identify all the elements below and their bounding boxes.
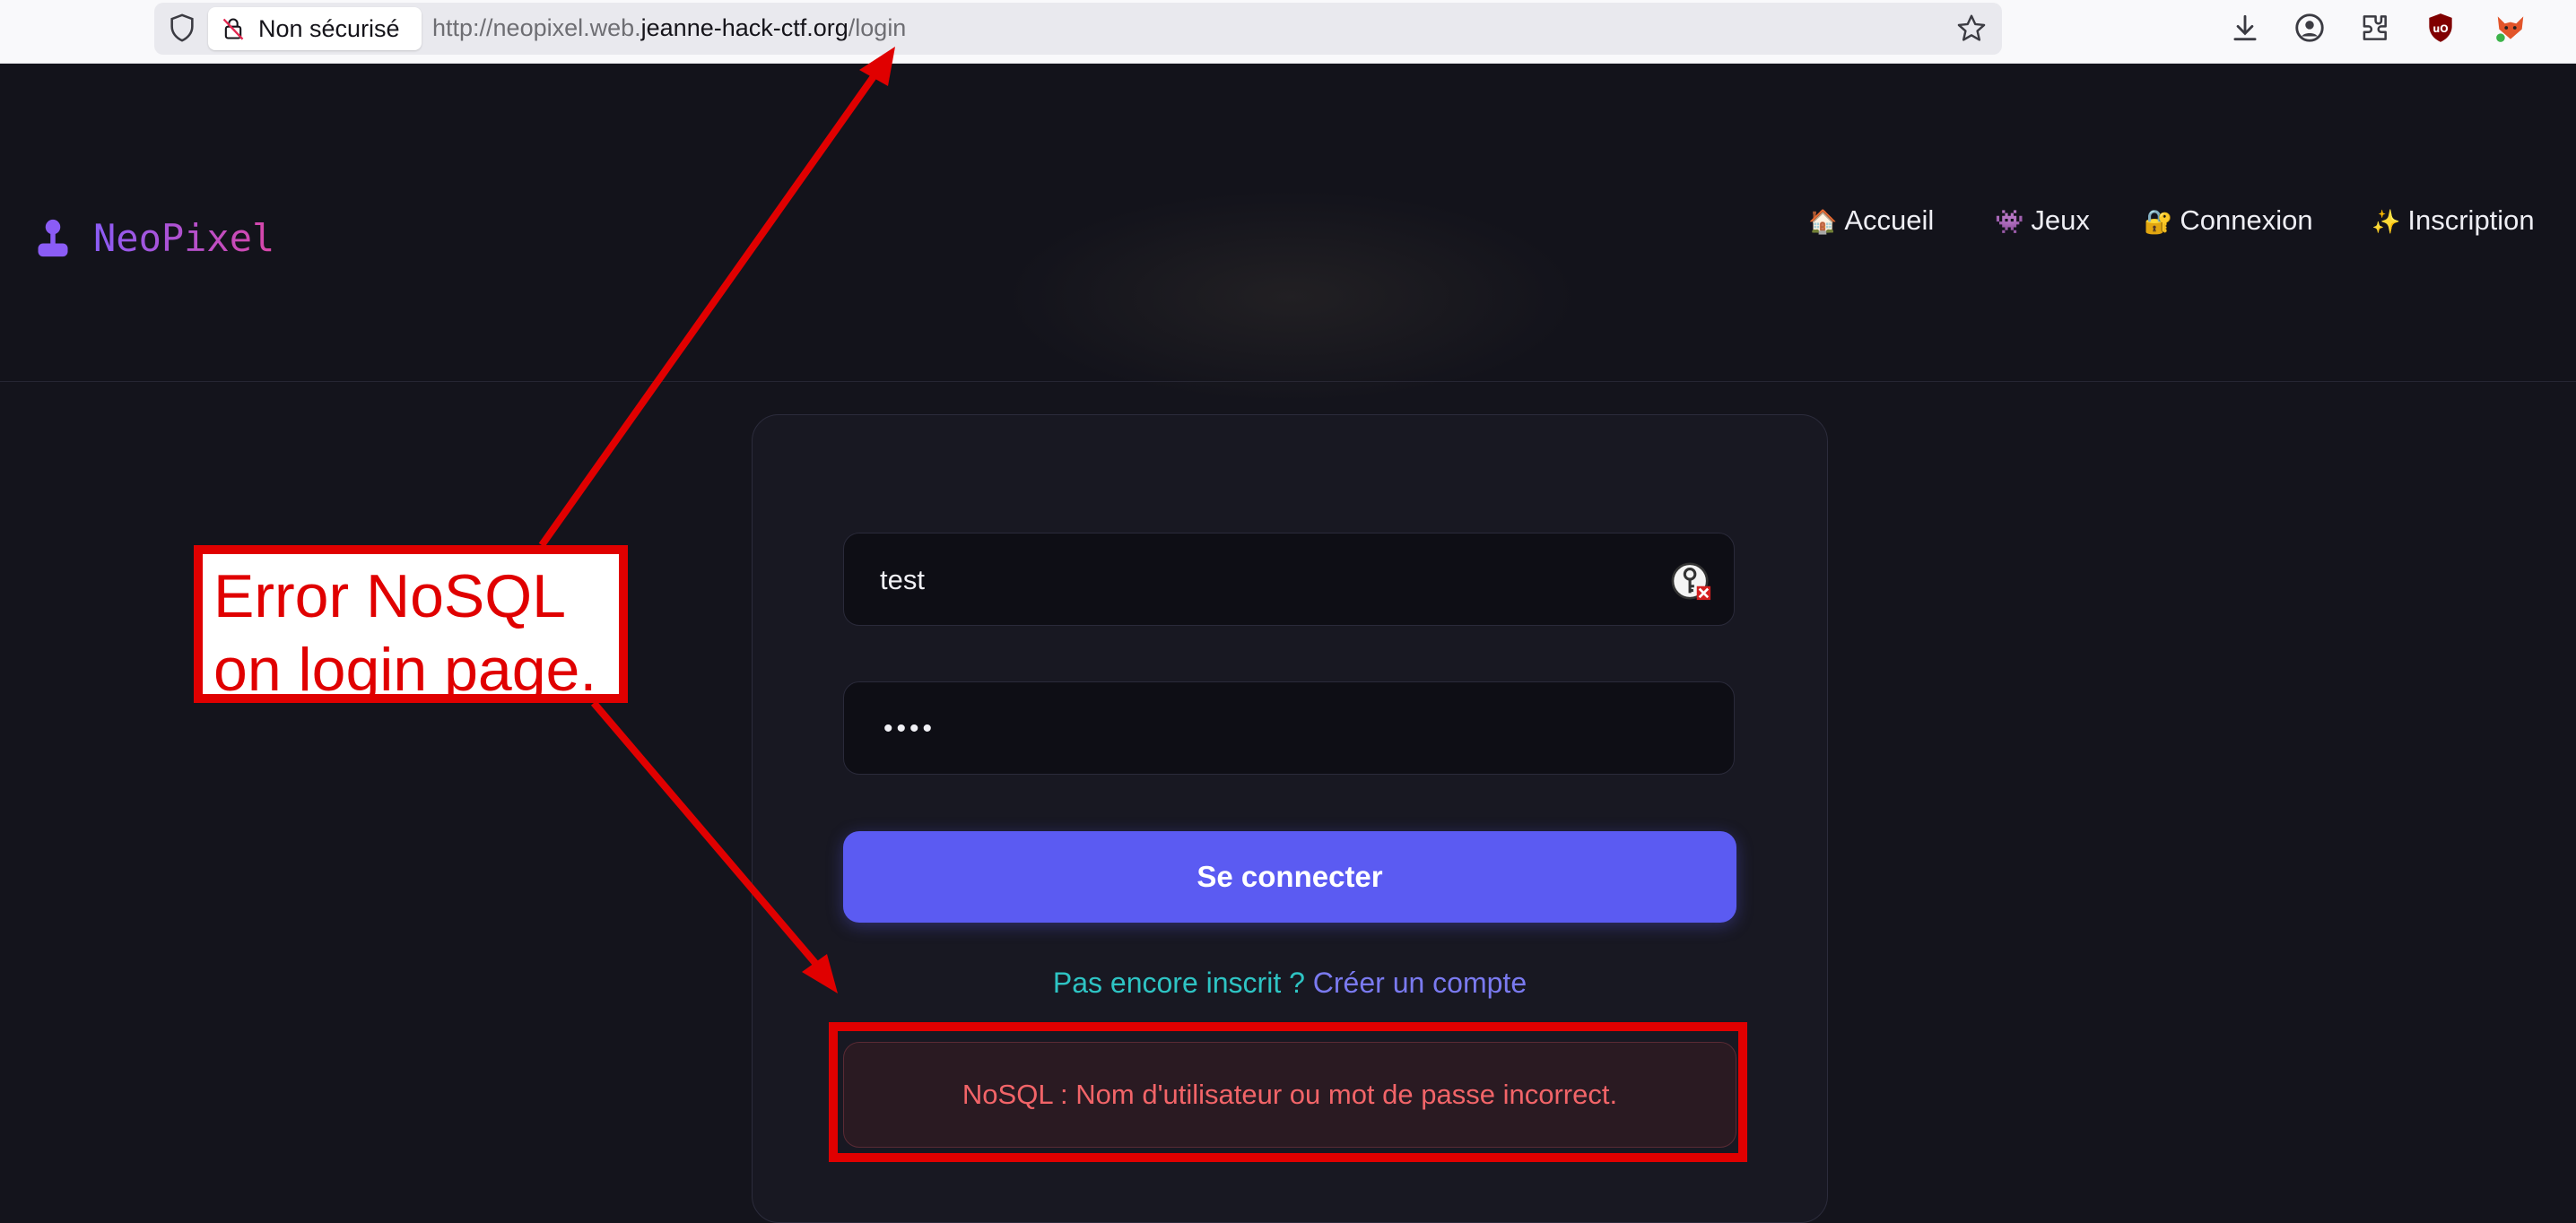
header-glow xyxy=(1005,189,1579,404)
account-icon[interactable] xyxy=(2293,11,2327,45)
login-button[interactable]: Se connecter xyxy=(843,831,1736,923)
nav-label: Accueil xyxy=(1844,204,1935,236)
nav-label: Inscription xyxy=(2407,204,2535,236)
alien-monster-icon: 👾 xyxy=(1995,208,2024,235)
url-path: /login xyxy=(848,14,907,41)
nav-accueil[interactable]: 🏠 Accueil xyxy=(1808,203,1934,239)
ublock-origin-icon[interactable]: uO xyxy=(2424,11,2458,45)
lock-with-key-icon: 🔐 xyxy=(2144,208,2173,235)
tracking-protection-shield-icon[interactable] xyxy=(167,13,197,43)
error-highlight-frame xyxy=(829,1022,1747,1162)
nav-label: Jeux xyxy=(2031,204,2090,236)
signup-question: Pas encore inscrit ? xyxy=(1052,967,1305,999)
password-manager-key-icon[interactable] xyxy=(1671,560,1712,602)
bookmark-star-icon[interactable] xyxy=(1955,13,1988,45)
extensions-icon[interactable] xyxy=(2357,11,2391,45)
annotation-label: Error NoSQL on login page. xyxy=(194,545,628,704)
site-logo[interactable]: NeoPixel xyxy=(93,215,274,262)
svg-text:uO: uO xyxy=(2432,23,2448,35)
username-value: test xyxy=(880,564,925,595)
signup-prompt: Pas encore inscrit ? Créer un compte xyxy=(843,964,1736,1002)
annotation-line-2: on login page. xyxy=(213,636,597,704)
security-label: Non sécurisé xyxy=(258,15,400,42)
browser-toolbar: Non sécurisé http://neopixel.web.jeanne-… xyxy=(0,0,2576,64)
insecure-lock-icon xyxy=(222,18,244,40)
downloads-icon[interactable] xyxy=(2228,11,2262,45)
password-field[interactable]: •••• xyxy=(843,681,1735,775)
address-bar[interactable] xyxy=(154,3,2002,55)
password-value: •••• xyxy=(883,714,936,743)
joystick-icon xyxy=(38,219,68,257)
url-prefix: http://neopixel.web. xyxy=(432,14,641,41)
nav-inscription[interactable]: ✨ Inscription xyxy=(2371,203,2535,239)
url-text[interactable]: http://neopixel.web.jeanne-hack-ctf.org/… xyxy=(432,0,906,56)
nav-label: Connexion xyxy=(2180,204,2313,236)
house-icon: 🏠 xyxy=(1808,208,1838,235)
create-account-link[interactable]: Créer un compte xyxy=(1313,967,1527,999)
url-host: jeanne-hack-ctf.org xyxy=(640,14,849,41)
nav-jeux[interactable]: 👾 Jeux xyxy=(1995,203,2090,239)
nav-connexion[interactable]: 🔐 Connexion xyxy=(2144,203,2313,239)
annotation-line-1: Error NoSQL xyxy=(213,562,566,630)
fox-extension-icon[interactable] xyxy=(2493,11,2528,45)
site-security-indicator[interactable]: Non sécurisé xyxy=(208,7,422,50)
username-field[interactable]: test xyxy=(843,533,1735,626)
sparkles-icon: ✨ xyxy=(2371,208,2401,235)
